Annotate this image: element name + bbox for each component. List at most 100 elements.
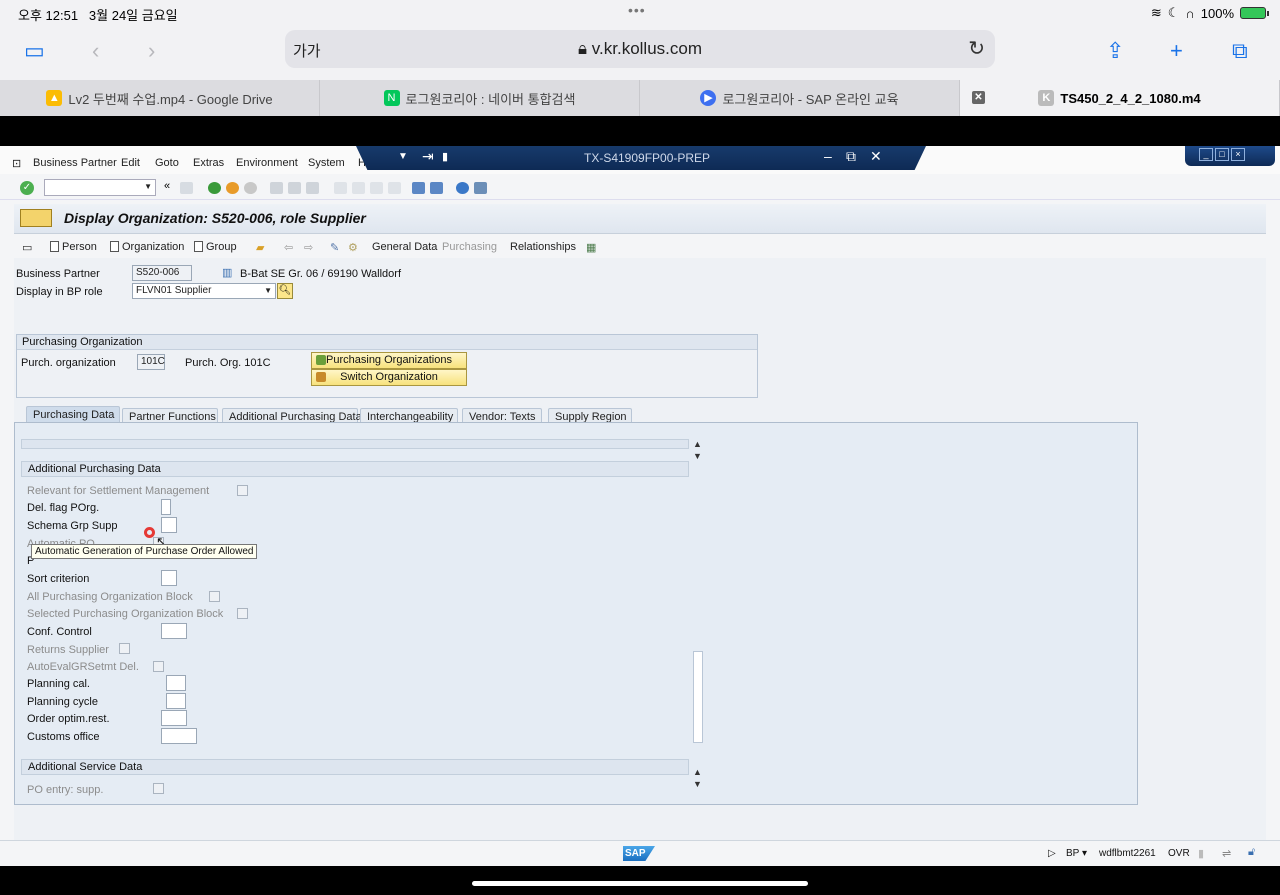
minimize-icon[interactable]: – [824, 148, 832, 164]
sel-po-block-checkbox[interactable] [237, 608, 248, 619]
switch-organization-button[interactable]: Switch Organization [311, 369, 467, 386]
scroll-down-icon[interactable]: ▼ [693, 779, 702, 789]
vertical-scrollbar[interactable]: ▲ ▼ [691, 439, 705, 759]
purchasing-button[interactable]: Purchasing [442, 241, 497, 253]
new-tab-icon[interactable]: + [1170, 38, 1183, 64]
outer-minimize-icon[interactable]: _ [1199, 148, 1213, 161]
bp-field[interactable]: S520-006 [132, 265, 192, 281]
enter-check-icon[interactable]: ✓ [20, 181, 34, 195]
menu-system[interactable]: System [308, 157, 345, 169]
menu-goto[interactable]: Goto [155, 157, 179, 169]
tooltip: Automatic Generation of Purchase Order A… [31, 544, 258, 559]
next-page-icon[interactable] [370, 182, 383, 194]
arrow-left-icon[interactable]: ⇦ [284, 241, 293, 254]
edit-switch-icon[interactable]: ✎ [330, 241, 339, 254]
role-select[interactable]: FLVN01 Supplier ▼ [132, 283, 276, 299]
command-field[interactable]: ▼ [44, 179, 156, 196]
menu-extras[interactable]: Extras [193, 157, 224, 169]
first-page-icon[interactable] [334, 182, 347, 194]
purch-org-field[interactable]: 101C [137, 354, 165, 370]
close-tab-icon[interactable]: ✕ [972, 91, 985, 104]
layout-menu-icon[interactable] [474, 182, 487, 194]
scroll-down-icon[interactable]: ▼ [693, 451, 702, 461]
planning-cal-field[interactable] [166, 675, 186, 691]
find-icon[interactable] [288, 182, 301, 194]
menu-edit[interactable]: Edit [121, 157, 140, 169]
print-icon[interactable] [270, 182, 283, 194]
general-data-button[interactable]: General Data [372, 241, 437, 253]
relationships-button[interactable]: Relationships [510, 241, 576, 253]
outer-restore-icon[interactable]: □ [1215, 148, 1229, 161]
returns-supplier-checkbox[interactable] [119, 643, 130, 654]
restore-icon[interactable]: ⧉ [846, 148, 856, 165]
tab-kollus-video[interactable]: ✕ K TS450_2_4_2_1080.m4 [960, 80, 1280, 116]
organization-button[interactable]: Organization [110, 241, 184, 253]
forward-icon[interactable]: › [148, 38, 155, 64]
headphones-icon: ∩ [1185, 5, 1195, 21]
customize-icon[interactable]: ⇌ [1222, 847, 1231, 860]
menu-icon[interactable]: ⊡ [12, 157, 21, 170]
help-icon[interactable] [456, 182, 469, 194]
tab-sap-course[interactable]: ▶ 로그원코리아 - SAP 온라인 교육 [640, 80, 960, 116]
settlement-checkbox[interactable] [237, 485, 248, 496]
exit-icon[interactable] [226, 182, 239, 194]
chevron-down-icon[interactable]: ▼ [264, 286, 272, 295]
scroll-up-icon[interactable]: ▲ [693, 767, 702, 777]
purchasing-organizations-button[interactable]: Purchasing Organizations [311, 352, 467, 369]
org-chart-icon[interactable]: ▦ [586, 241, 596, 254]
back-icon[interactable]: ‹ [92, 38, 99, 64]
tab-naver[interactable]: N 로그원코리아 : 네이버 통합검색 [320, 80, 640, 116]
collapse-icon[interactable]: « [164, 180, 177, 192]
menu-environment[interactable]: Environment [236, 157, 298, 169]
dropdown-icon[interactable]: ▼ [144, 182, 152, 191]
multitask-dots-icon[interactable]: ••• [628, 2, 646, 18]
all-po-block-checkbox[interactable] [209, 591, 220, 602]
prev-page-icon[interactable] [352, 182, 365, 194]
share-icon[interactable]: ⇪ [1106, 38, 1124, 64]
del-flag-field[interactable] [161, 499, 171, 515]
status-options-icon[interactable]: ▮ [1198, 847, 1204, 860]
conf-control-field[interactable] [161, 623, 187, 639]
outer-close-icon[interactable]: × [1231, 148, 1245, 161]
group-button[interactable]: Group [194, 241, 237, 253]
scroll-up-icon[interactable]: ▲ [693, 439, 702, 449]
role-search-icon[interactable]: 🔍︎ [277, 283, 293, 299]
display-change-icon[interactable]: ⚙ [348, 241, 358, 254]
arrow-right-icon[interactable]: ⇨ [304, 241, 313, 254]
sort-criterion-field[interactable] [161, 570, 177, 586]
schema-grp-field[interactable] [161, 517, 177, 533]
toggle-locator-icon[interactable]: ▭ [22, 241, 32, 254]
sidebar-icon[interactable]: ▭ [24, 38, 45, 64]
close-icon[interactable]: ✕ [870, 148, 882, 165]
reload-icon[interactable]: ↻ [968, 36, 985, 61]
service-scrollbar[interactable]: ▲ ▼ [691, 767, 705, 795]
address-bar[interactable]: 가가 🔒︎ v.kr.kollus.com ↻ [285, 30, 995, 68]
new-session-icon[interactable] [412, 182, 425, 194]
po-entry-checkbox[interactable] [153, 783, 164, 794]
pin-icon[interactable]: ⇥ [422, 148, 434, 165]
tabs-overview-icon[interactable]: ⧉ [1232, 38, 1248, 64]
back-green-icon[interactable] [208, 182, 221, 194]
unlock-icon[interactable]: 🔓︎ [1248, 846, 1255, 859]
chevron-down-icon[interactable]: ▼ [398, 151, 408, 162]
last-page-icon[interactable] [388, 182, 401, 194]
scroll-area: Additional Purchasing Data Relevant for … [21, 439, 689, 796]
find-next-icon[interactable] [306, 182, 319, 194]
open-folder-icon[interactable]: ▰ [256, 241, 264, 254]
cancel-icon[interactable] [244, 182, 257, 194]
kollus-icon: K [1038, 90, 1055, 106]
naver-icon: N [383, 90, 400, 106]
shortcut-icon[interactable] [430, 182, 443, 194]
person-button[interactable]: Person [50, 241, 97, 253]
transaction-code[interactable]: BP ▾ [1066, 848, 1087, 859]
home-indicator[interactable] [472, 881, 808, 886]
save-icon[interactable] [180, 182, 193, 194]
menu-business-partner[interactable]: Business Partner [33, 157, 117, 169]
auto-eval-checkbox[interactable] [153, 661, 164, 672]
customs-office-field[interactable] [161, 728, 197, 744]
order-optim-field[interactable] [161, 710, 187, 726]
scroll-thumb[interactable] [693, 651, 703, 743]
planning-cycle-field[interactable] [166, 693, 186, 709]
tab-google-drive[interactable]: ▲ Lv2 두번째 수업.mp4 - Google Drive [0, 80, 320, 116]
play-status-icon[interactable]: ▷ [1048, 848, 1056, 859]
